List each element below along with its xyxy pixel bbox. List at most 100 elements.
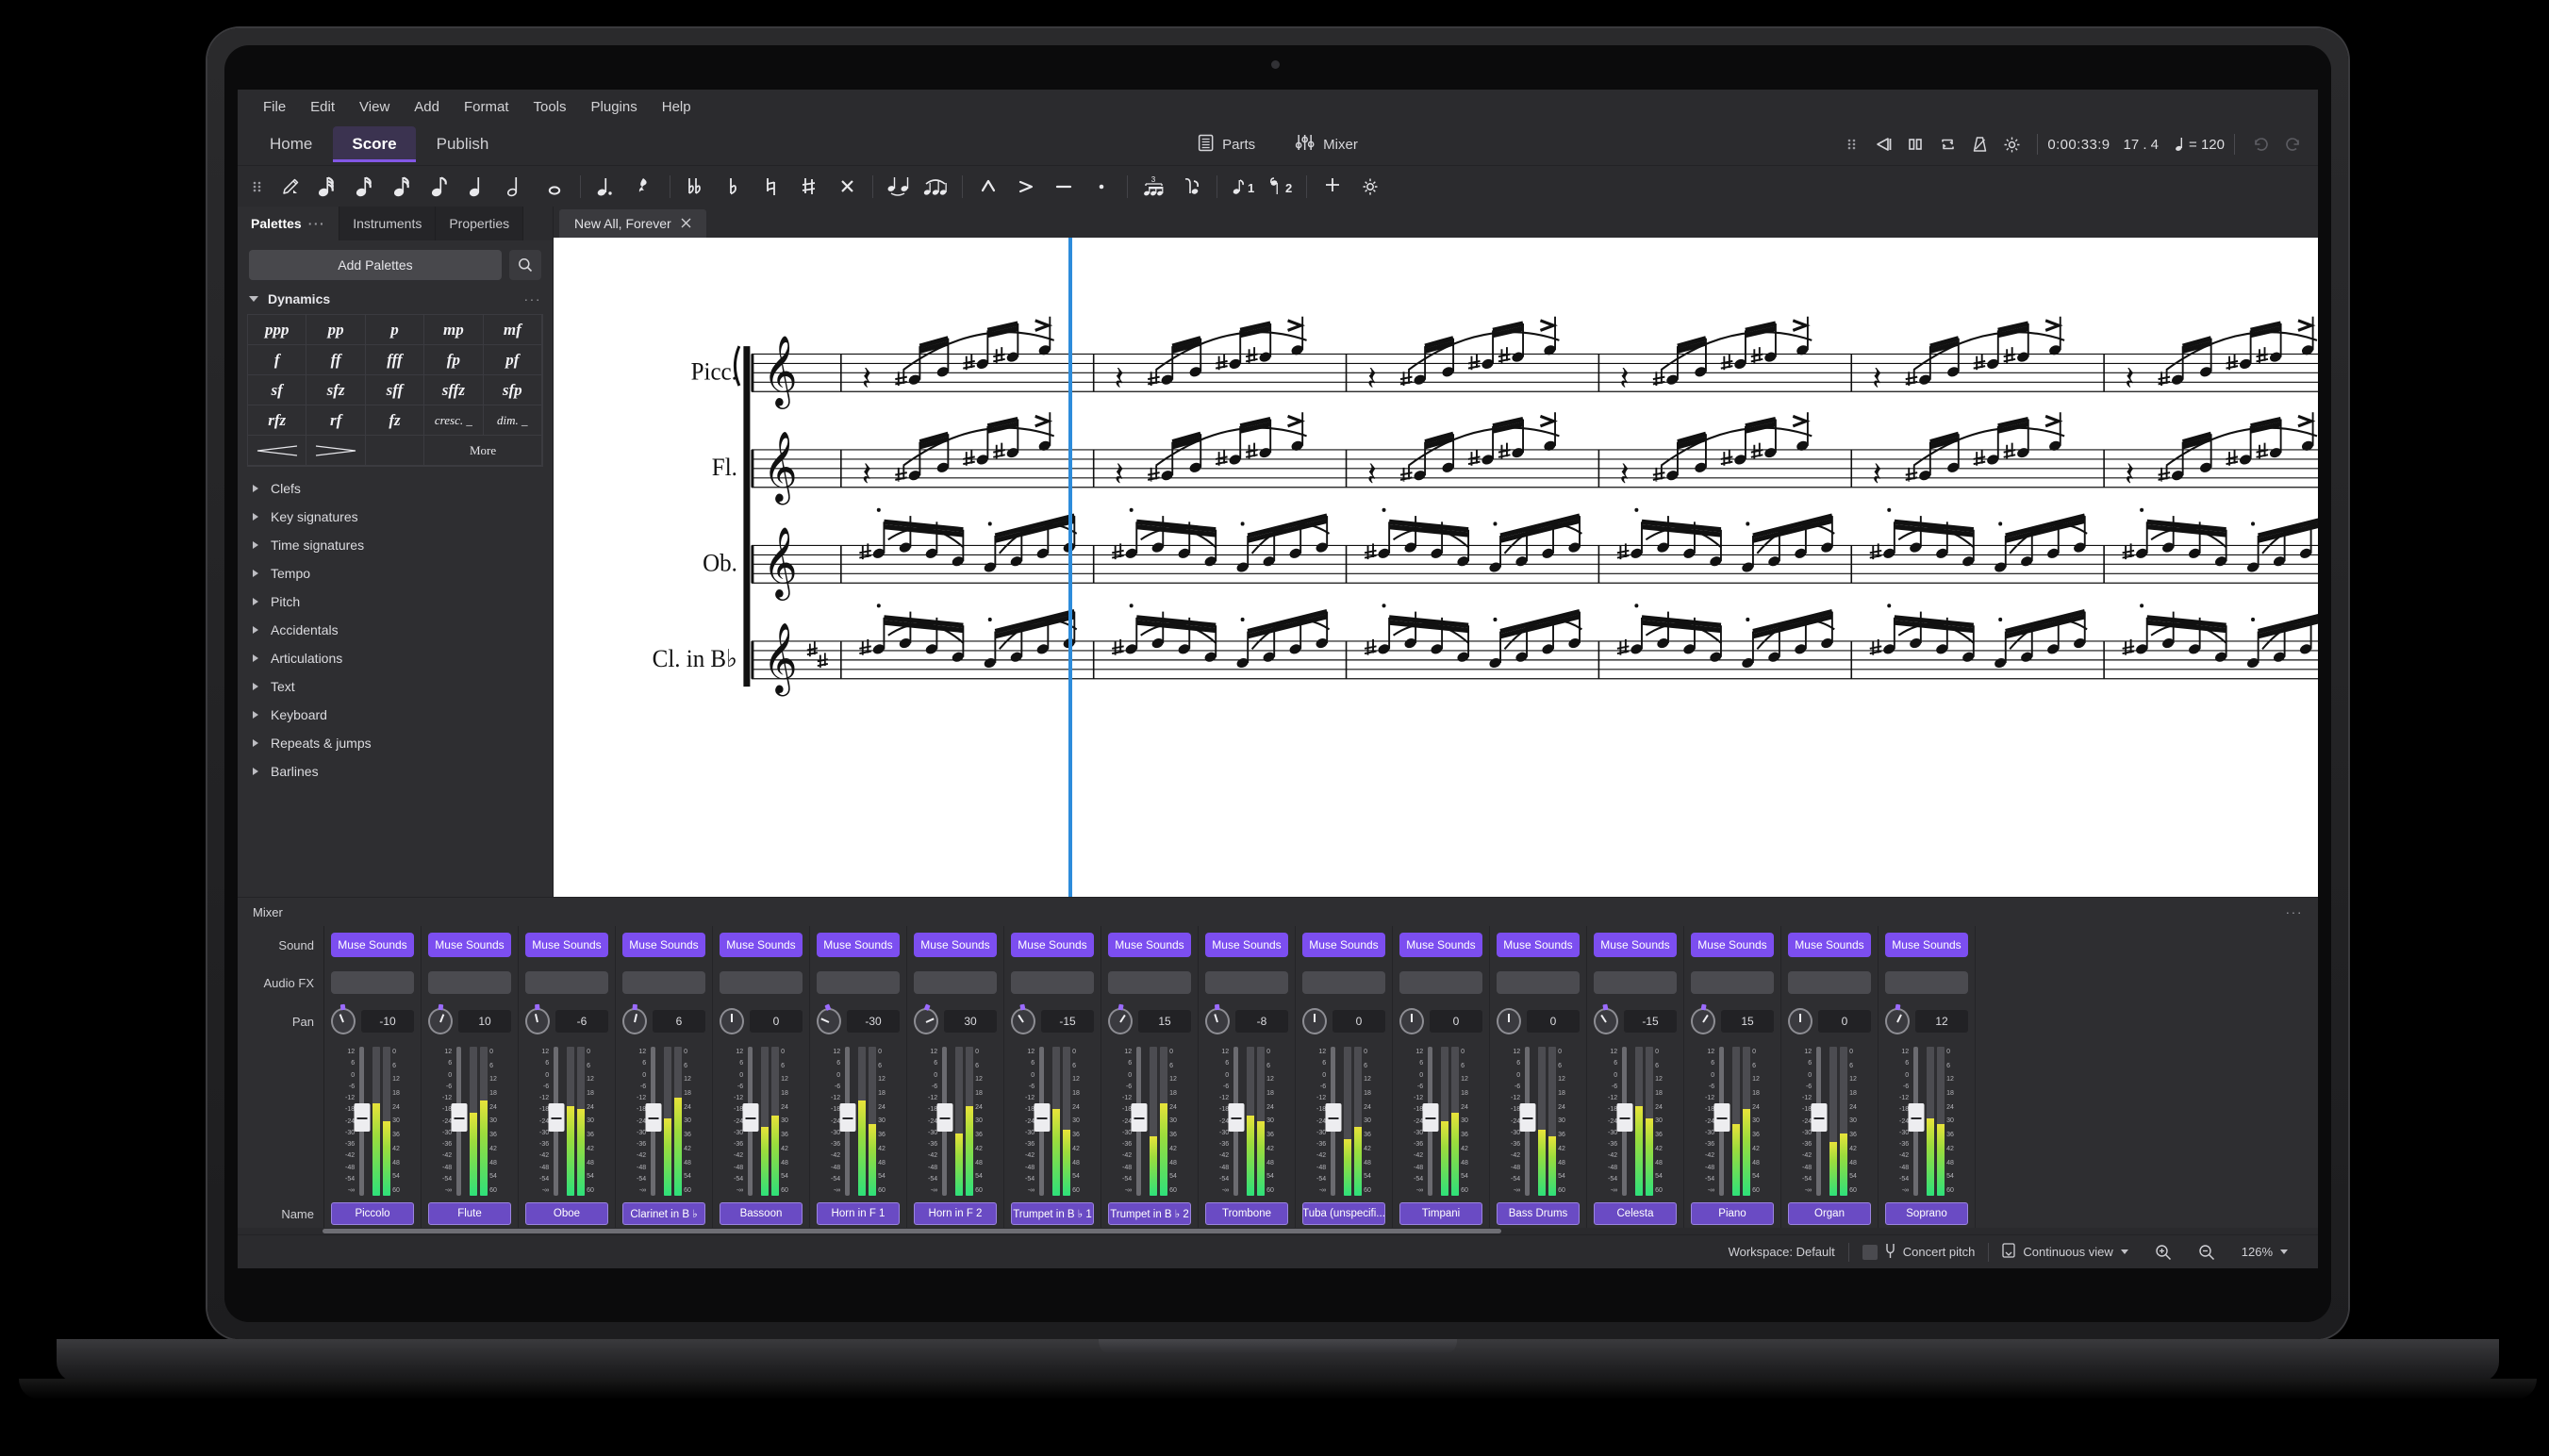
sound-select[interactable]: Muse Sounds <box>1399 933 1482 957</box>
pan-knob[interactable] <box>1108 1003 1133 1034</box>
volume-fader[interactable] <box>742 1047 759 1196</box>
channel-name[interactable]: Oboe <box>525 1202 608 1225</box>
menu-item-view[interactable]: View <box>347 94 402 120</box>
palette-section-clefs[interactable]: Clefs <box>238 474 553 503</box>
audiofx-select[interactable] <box>1691 971 1774 994</box>
64th-note[interactable] <box>309 170 347 204</box>
palette-section-accidentals[interactable]: Accidentals <box>238 616 553 644</box>
pan-knob[interactable] <box>428 1003 453 1034</box>
dynamics-cell-15[interactable]: rfz <box>248 405 307 436</box>
pan-knob[interactable] <box>720 1008 744 1034</box>
pan-knob[interactable] <box>331 1003 356 1034</box>
channel-name[interactable]: Trumpet in B ♭ 1 <box>1011 1202 1094 1225</box>
pan-value[interactable]: 15 <box>1721 1010 1774 1033</box>
palette-section-tempo[interactable]: Tempo <box>238 559 553 587</box>
pan-value[interactable]: -15 <box>1624 1010 1677 1033</box>
play-pause-button[interactable] <box>1899 128 1931 160</box>
audiofx-select[interactable] <box>1205 971 1288 994</box>
sound-select[interactable]: Muse Sounds <box>1594 933 1677 957</box>
mixer-scrollbar-thumb[interactable] <box>323 1229 1501 1233</box>
audiofx-select[interactable] <box>1399 971 1482 994</box>
fader-handle[interactable] <box>1034 1103 1051 1133</box>
pan-knob[interactable] <box>1011 1003 1035 1034</box>
dynamics-more-button[interactable]: More <box>424 436 542 466</box>
channel-name[interactable]: Trombone <box>1205 1202 1288 1225</box>
pan-value[interactable]: 30 <box>944 1010 997 1033</box>
fader-handle[interactable] <box>1908 1103 1925 1133</box>
channel-name[interactable]: Tuba (unspecifi... <box>1302 1202 1385 1225</box>
tab-home[interactable]: Home <box>251 126 331 162</box>
audiofx-select[interactable] <box>331 971 414 994</box>
playback-settings-button[interactable] <box>1995 128 2028 160</box>
eighth-note[interactable] <box>422 170 460 204</box>
palette-section-repeats-jumps[interactable]: Repeats & jumps <box>238 729 553 757</box>
dynamics-cell-12[interactable]: sff <box>365 375 425 405</box>
channel-name[interactable]: Soprano <box>1885 1202 1968 1225</box>
volume-fader[interactable] <box>1325 1047 1342 1196</box>
channel-name[interactable]: Bassoon <box>720 1202 803 1225</box>
concert-pitch-checkbox[interactable] <box>1862 1244 1878 1260</box>
concert-pitch-toggle[interactable]: Concert pitch <box>1849 1243 1989 1262</box>
fader-handle[interactable] <box>1519 1103 1536 1133</box>
palette-section-text[interactable]: Text <box>238 672 553 701</box>
dynamics-cell-5[interactable]: f <box>248 345 307 375</box>
palette-section-articulations[interactable]: Articulations <box>238 644 553 672</box>
half-note[interactable] <box>498 170 536 204</box>
pan-knob[interactable] <box>622 1003 647 1034</box>
staccato[interactable] <box>1083 170 1120 204</box>
dynamics-cell-14[interactable]: sfp <box>483 375 542 405</box>
volume-fader[interactable] <box>645 1047 662 1196</box>
pan-knob[interactable] <box>914 1003 938 1034</box>
channel-name[interactable]: Trumpet in B ♭ 2 <box>1108 1202 1191 1225</box>
metronome-button[interactable] <box>1963 128 1995 160</box>
pan-knob[interactable] <box>525 1003 550 1034</box>
slur[interactable] <box>918 170 955 204</box>
undo-button[interactable] <box>2244 128 2276 160</box>
volume-fader[interactable] <box>1034 1047 1051 1196</box>
add[interactable] <box>1314 170 1351 204</box>
fader-handle[interactable] <box>936 1103 953 1133</box>
fader-handle[interactable] <box>1131 1103 1148 1133</box>
dynamics-cell-7[interactable]: fff <box>365 345 425 375</box>
zoom-level-select[interactable]: 126% <box>2228 1245 2301 1259</box>
channel-name[interactable]: Piccolo <box>331 1202 414 1225</box>
dynamics-cell-19[interactable]: dim. _ <box>483 405 542 436</box>
dynamics-cell-1[interactable]: pp <box>306 315 366 345</box>
dynamics-cell-3[interactable]: mp <box>424 315 484 345</box>
sound-select[interactable]: Muse Sounds <box>720 933 803 957</box>
workspace-label[interactable]: Workspace: Default <box>1715 1245 1848 1259</box>
close-icon[interactable] <box>681 216 691 231</box>
audiofx-select[interactable] <box>1885 971 1968 994</box>
panel-tab-instruments[interactable]: Instruments <box>339 207 437 240</box>
tab-publish[interactable]: Publish <box>418 126 508 162</box>
pan-value[interactable]: 10 <box>458 1010 511 1033</box>
dynamics-cell-16[interactable]: rf <box>306 405 366 436</box>
note-input-pencil[interactable] <box>272 170 309 204</box>
sound-select[interactable]: Muse Sounds <box>622 933 705 957</box>
audiofx-select[interactable] <box>1594 971 1677 994</box>
mixer-button[interactable]: Mixer <box>1287 129 1366 160</box>
16th-note[interactable] <box>385 170 422 204</box>
dynamics-cell-6[interactable]: ff <box>306 345 366 375</box>
parts-button[interactable]: Parts <box>1190 129 1263 160</box>
add-palettes-button[interactable]: Add Palettes <box>249 250 502 280</box>
32nd-note[interactable] <box>347 170 385 204</box>
rest[interactable] <box>625 170 663 204</box>
fader-handle[interactable] <box>1616 1103 1633 1133</box>
sound-select[interactable]: Muse Sounds <box>1497 933 1580 957</box>
voice-2[interactable]: 2 <box>1262 170 1299 204</box>
fader-handle[interactable] <box>451 1103 468 1133</box>
panel-tab-palettes[interactable]: Palettes ··· <box>238 207 340 240</box>
audiofx-select[interactable] <box>720 971 803 994</box>
zoom-out-button[interactable] <box>2185 1244 2228 1261</box>
volume-fader[interactable] <box>354 1047 371 1196</box>
menu-item-tools[interactable]: Tools <box>521 94 579 120</box>
volume-fader[interactable] <box>1616 1047 1633 1196</box>
channel-name[interactable]: Horn in F 1 <box>817 1202 900 1225</box>
channel-name[interactable]: Piano <box>1691 1202 1774 1225</box>
fader-handle[interactable] <box>1422 1103 1439 1133</box>
pan-value[interactable]: -10 <box>361 1010 414 1033</box>
volume-fader[interactable] <box>936 1047 953 1196</box>
pan-value[interactable]: 12 <box>1915 1010 1968 1033</box>
sound-select[interactable]: Muse Sounds <box>1011 933 1094 957</box>
